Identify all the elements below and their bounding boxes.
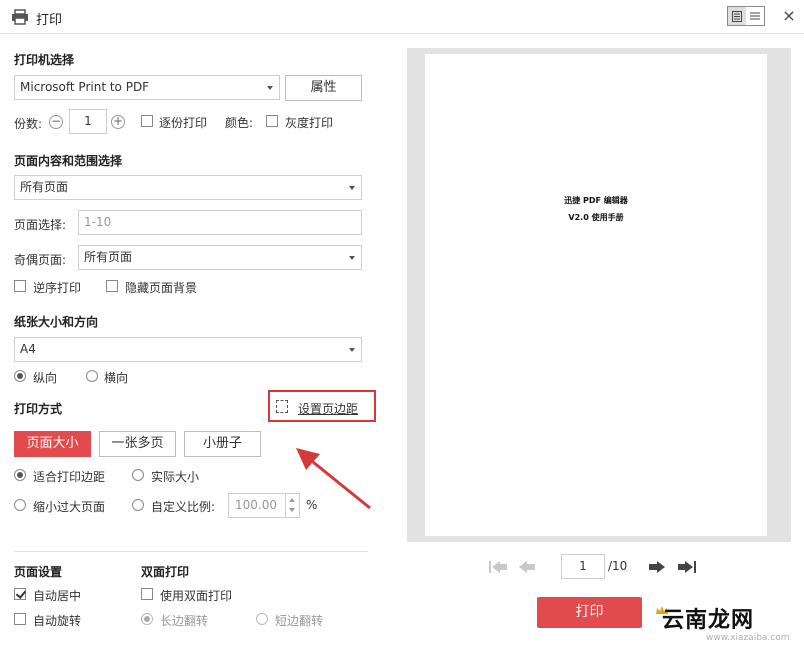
long-edge-radio[interactable] [141, 613, 153, 625]
print-button[interactable]: 打印 [537, 597, 642, 628]
chevron-down-icon [267, 86, 273, 90]
printer-select[interactable]: Microsoft Print to PDF [14, 75, 280, 100]
watermark-logo: 云南龙网 [662, 608, 755, 633]
odd-even-select-value: 所有页面 [84, 250, 133, 264]
custom-scale-spinner[interactable]: 100.00 [228, 493, 300, 518]
shrink-large-label: 缩小过大页面 [33, 500, 106, 514]
fit-margins-radio[interactable] [14, 469, 26, 481]
landscape-label: 横向 [104, 371, 129, 385]
close-icon[interactable]: × [780, 6, 798, 26]
last-page-icon[interactable] [677, 559, 697, 575]
portrait-radio[interactable] [14, 370, 26, 382]
printer-section-title: 打印机选择 [14, 53, 75, 67]
actual-size-radio[interactable] [132, 469, 144, 481]
annotation-arrow-icon [296, 448, 371, 510]
collate-label: 逐份打印 [159, 116, 208, 130]
view-mode-toggle[interactable] [727, 6, 765, 26]
window-title: 打印 [36, 13, 63, 28]
set-margins-link[interactable]: 设置页边距 [298, 400, 358, 417]
page-select-label: 页面选择: [14, 218, 67, 232]
copies-minus-button[interactable]: − [49, 115, 63, 129]
short-edge-label: 短边翻转 [275, 614, 324, 628]
custom-scale-label: 自定义比例: [151, 500, 216, 514]
watermark-url: www.xiazaiba.com [706, 633, 790, 643]
title-bar: 打印 × [0, 0, 804, 34]
tab-multiple-pages[interactable]: 一张多页 [99, 431, 176, 457]
auto-rotate-label: 自动旋转 [33, 614, 82, 628]
use-duplex-checkbox[interactable] [141, 588, 153, 600]
print-mode-section-title: 打印方式 [14, 402, 63, 416]
auto-center-label: 自动居中 [33, 589, 82, 603]
printer-select-value: Microsoft Print to PDF [20, 80, 150, 94]
percent-label: % [306, 498, 318, 512]
printer-icon [12, 9, 28, 25]
custom-scale-radio[interactable] [132, 499, 144, 511]
list-view-icon[interactable] [746, 7, 764, 25]
chevron-down-icon[interactable] [289, 508, 295, 512]
long-edge-label: 长边翻转 [160, 614, 209, 628]
tab-page-size[interactable]: 页面大小 [14, 431, 91, 457]
odd-even-label: 奇偶页面: [14, 253, 67, 267]
first-page-icon[interactable] [488, 559, 508, 575]
grayscale-label: 灰度打印 [285, 116, 334, 130]
page-range-input[interactable]: 1-10 [78, 210, 362, 235]
single-page-view-icon[interactable] [728, 7, 746, 25]
tab-booklet[interactable]: 小册子 [184, 431, 261, 457]
shrink-large-radio[interactable] [14, 499, 26, 511]
chevron-down-icon [349, 348, 355, 352]
fit-margins-label: 适合打印边距 [33, 470, 106, 484]
print-preview-pane: 迅捷 PDF 编辑器 V2.0 使用手册 [407, 48, 791, 542]
page-margin-icon [276, 400, 288, 413]
copies-label: 份数: [14, 117, 43, 131]
paper-size-select-value: A4 [20, 342, 36, 356]
paper-size-select[interactable]: A4 [14, 337, 362, 362]
short-edge-radio[interactable] [256, 613, 268, 625]
preview-page: 迅捷 PDF 编辑器 V2.0 使用手册 [425, 54, 767, 536]
actual-size-label: 实际大小 [151, 470, 200, 484]
chevron-down-icon [349, 186, 355, 190]
printer-properties-button[interactable]: 属性 [285, 75, 362, 101]
page-settings-section-title: 页面设置 [14, 565, 63, 579]
current-page-input[interactable]: 1 [561, 554, 605, 579]
duplex-section-title: 双面打印 [141, 565, 190, 579]
hide-background-label: 隐藏页面背景 [125, 281, 198, 295]
color-label: 颜色: [225, 116, 254, 130]
preview-subtitle-line: V2.0 使用手册 [568, 213, 624, 222]
next-page-icon[interactable] [648, 559, 666, 575]
reverse-print-checkbox[interactable] [14, 280, 26, 292]
hide-background-checkbox[interactable] [106, 280, 118, 292]
auto-rotate-checkbox[interactable] [14, 613, 26, 625]
portrait-label: 纵向 [33, 371, 58, 385]
page-content-select-value: 所有页面 [20, 180, 69, 194]
chevron-up-icon[interactable] [289, 498, 295, 502]
paper-section-title: 纸张大小和方向 [14, 315, 99, 329]
use-duplex-label: 使用双面打印 [160, 589, 233, 603]
auto-center-checkbox[interactable] [14, 588, 26, 600]
copies-input[interactable]: 1 [69, 109, 107, 134]
landscape-radio[interactable] [86, 370, 98, 382]
reverse-print-label: 逆序打印 [33, 281, 82, 295]
custom-scale-value: 100.00 [235, 498, 277, 512]
section-divider [14, 551, 368, 552]
preview-title-line: 迅捷 PDF 编辑器 [564, 196, 628, 205]
previous-page-icon[interactable] [518, 559, 536, 575]
range-section-title: 页面内容和范围选择 [14, 154, 123, 168]
total-pages-label: /10 [608, 559, 628, 573]
spinner-arrows[interactable] [285, 494, 299, 517]
odd-even-select[interactable]: 所有页面 [78, 245, 362, 270]
copies-plus-button[interactable]: + [111, 115, 125, 129]
page-content-select[interactable]: 所有页面 [14, 175, 362, 200]
grayscale-checkbox[interactable] [266, 115, 278, 127]
chevron-down-icon [349, 256, 355, 260]
collate-checkbox[interactable] [141, 115, 153, 127]
